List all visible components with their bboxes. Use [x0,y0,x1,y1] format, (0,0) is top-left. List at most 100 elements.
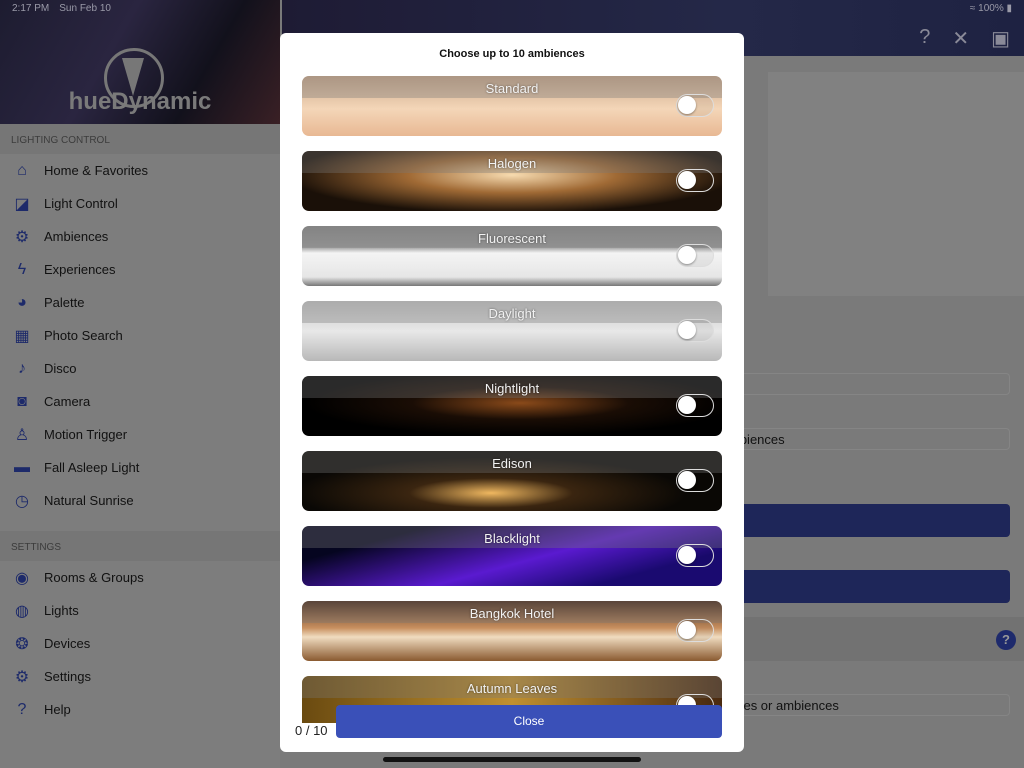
ambience-toggle[interactable] [676,394,714,417]
ambience-list[interactable]: Standard Halogen Fluorescent Daylight Nightl… [302,76,722,723]
sidebar-item-label: Settings [44,669,91,684]
sidebar-item-palette[interactable]: ◕ Palette [0,286,280,319]
ambience-label: Nightlight [484,381,540,396]
ambience-tile-standard[interactable]: Standard [302,76,722,136]
sidebar-item-label: Motion Trigger [44,427,128,442]
sidebar-item-label: Natural Sunrise [44,493,134,508]
help-icon[interactable]: ? [996,630,1016,650]
sidebar-item-experiences[interactable]: ϟ Experiences [0,253,280,286]
status-bar: 2:17 PM Sun Feb 10 [12,3,121,14]
sidebar-item-settings[interactable]: ⚙ Settings [0,660,280,693]
sidebar-item-label: Help [44,702,71,717]
devices-icon: ❂ [15,635,29,653]
ambience-toggle[interactable] [676,319,714,342]
ambience-tile-edison[interactable]: Edison [302,451,722,511]
sidebar-item-motion-trigger[interactable]: ♙ Motion Trigger [0,418,280,451]
sidebar-item-camera[interactable]: ◙ Camera [0,385,280,418]
ambience-tile-fluorescent[interactable]: Fluorescent [302,226,722,286]
modal-title: Choose up to 10 ambiences [439,48,585,60]
bed-icon: ▬ [14,458,30,476]
sidebar-item-home-favorites[interactable]: ⌂ Home & Favorites [0,154,280,187]
sidebar-item-label: Palette [44,295,85,310]
sidebar-item-fall-asleep-light[interactable]: ▬ Fall Asleep Light [0,451,280,484]
sidebar-item-help[interactable]: ? Help [0,693,280,726]
action-button-1[interactable] [722,504,1010,537]
status-date: Sun Feb 10 [59,3,111,14]
home-indicator [383,757,641,762]
sidebar-item-label: Camera [44,394,91,409]
ambience-label: Standard [485,81,539,96]
palette-icon: ◕ [17,293,27,311]
ambience-tile-bangkok-hotel[interactable]: Bangkok Hotel [302,601,722,661]
battery-status: ≈ 100% ▮ [969,3,1012,14]
ambience-toggle[interactable] [676,244,714,267]
selection-count: 0 / 10 [295,723,328,738]
sidebar-item-devices[interactable]: ❂ Devices [0,627,280,660]
action-button-2[interactable] [722,570,1010,603]
ambience-label: Daylight [488,306,536,321]
sidebar-item-label: Devices [44,636,91,651]
close-button[interactable]: Close [336,705,722,738]
ambience-toggle[interactable] [676,469,714,492]
ambience-label: Bangkok Hotel [469,606,555,621]
sidebar-item-natural-sunrise[interactable]: ◷ Natural Sunrise [0,484,280,517]
image-icon: ▦ [14,327,30,345]
ambience-label: Autumn Leaves [466,681,558,696]
music-note-icon: ♪ [18,359,26,377]
section-header: LIGHTING CONTROL [0,124,280,154]
sidebar-item-label: Fall Asleep Light [44,460,140,475]
gear-icon: ⚙ [14,668,30,686]
ambience-picker-modal: Choose up to 10 ambiences Standard Haloge… [280,33,744,752]
sidebar-item-label: Disco [44,361,77,376]
walking-icon: ♙ [14,426,30,444]
help-icon[interactable]: ? [919,26,930,51]
status-time: 2:17 PM [12,3,50,14]
save-icon[interactable]: ▣ [991,26,1010,51]
battery-level: 100% [978,3,1004,14]
app-header: hueDynamic [0,0,280,124]
light-control-icon: ◪ [14,195,30,213]
help-icon: ? [17,700,27,718]
alarm-clock-icon: ◷ [15,492,29,510]
ambience-tile-blacklight[interactable]: Blacklight [302,526,722,586]
ambience-label: Edison [492,456,532,471]
section-band [722,617,1024,661]
ambience-toggle[interactable] [676,619,714,642]
ambience-toggle[interactable] [676,544,714,567]
sidebar-item-label: Ambiences [44,229,109,244]
sidebar-item-label: Experiences [44,262,116,277]
sidebar-item-photo-search[interactable]: ▦ Photo Search [0,319,280,352]
ambience-toggle[interactable] [676,169,714,192]
app-logo-text: hueDynamic [68,88,212,115]
ambience-label: Halogen [487,156,537,171]
preview-panel [768,72,1024,296]
camera-icon: ◙ [17,392,27,410]
ambience-tile-nightlight[interactable]: Nightlight [302,376,722,436]
rooms-icon: ◉ [15,569,29,587]
sidebar-item-disco[interactable]: ♪ Disco [0,352,280,385]
home-icon: ⌂ [17,161,27,179]
close-icon[interactable]: ✕ [952,26,969,51]
ambience-tile-daylight[interactable]: Daylight [302,301,722,361]
scenes-field[interactable]: enes or ambiences [722,694,1010,716]
ambience-toggle[interactable] [676,94,714,117]
sidebar-item-label: Home & Favorites [44,163,149,178]
sidebar-item-label: Light Control [44,196,118,211]
ambiences-field[interactable]: mbiences [722,428,1010,450]
sidebar: hueDynamic LIGHTING CONTROL ⌂ Home & Favor… [0,0,280,768]
sidebar-item-label: Photo Search [44,328,123,343]
sidebar-item-light-control[interactable]: ◪ Light Control [0,187,280,220]
text-field[interactable] [722,373,1010,395]
sidebar-item-label: Lights [44,603,79,618]
sidebar-item-rooms-groups[interactable]: ◉ Rooms & Groups [0,561,280,594]
ambience-tile-halogen[interactable]: Halogen [302,151,722,211]
sidebar-item-lights[interactable]: ◍ Lights [0,594,280,627]
sidebar-item-label: Rooms & Groups [44,570,144,585]
section-header: SETTINGS [0,531,280,561]
sidebar-item-ambiences[interactable]: ⚙ Ambiences [0,220,280,253]
bolt-icon: ϟ [17,260,27,278]
gear-icon: ⚙ [14,228,30,246]
ambience-label: Blacklight [484,531,540,546]
bulb-icon: ◍ [15,602,29,620]
ambience-label: Fluorescent [478,231,546,246]
